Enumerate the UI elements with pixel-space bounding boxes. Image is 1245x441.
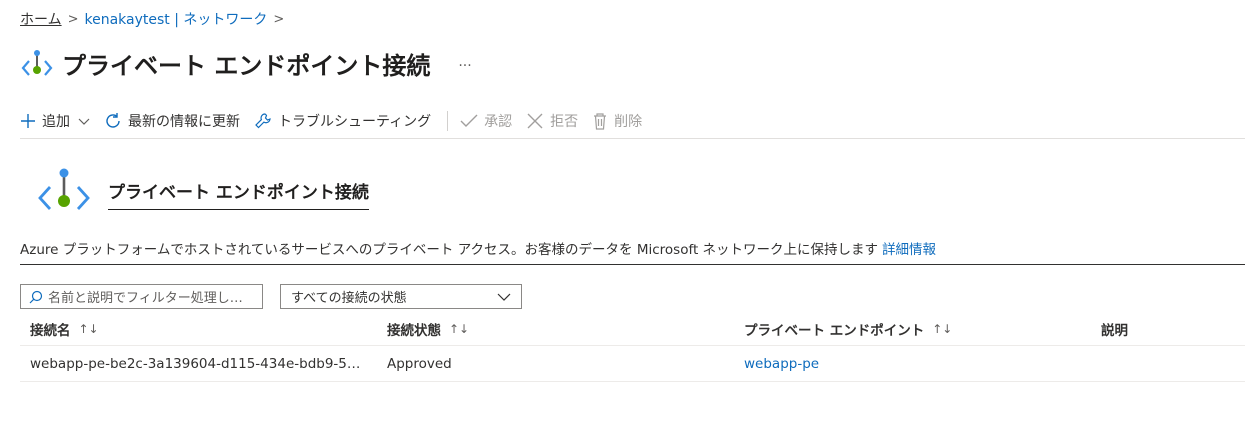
add-button-label: 追加: [42, 114, 70, 130]
chevron-down-icon: [497, 293, 511, 301]
column-header-endpoint-label: プライベート エンドポイント: [744, 322, 925, 339]
sort-icon: ↑↓: [932, 321, 953, 336]
reject-button[interactable]: 拒否: [526, 111, 578, 131]
column-header-status[interactable]: 接続状態 ↑↓: [377, 319, 734, 339]
wrench-icon: [255, 113, 271, 129]
column-header-description-label: 説明: [1101, 322, 1128, 339]
private-endpoint-link[interactable]: webapp-pe: [744, 356, 819, 372]
table-header: 接続名 ↑↓ 接続状態 ↑↓ プライベート エンドポイント ↑↓ 説明: [20, 312, 1245, 346]
section-header: プライベート エンドポイント接続: [36, 168, 369, 220]
description-separator: [20, 264, 1245, 265]
private-endpoint-large-icon: [36, 168, 92, 220]
checkmark-icon: [460, 114, 478, 127]
chevron-down-icon: [78, 118, 90, 125]
page-header: プライベート エンドポイント接続 ···: [20, 40, 472, 86]
column-header-endpoint[interactable]: プライベート エンドポイント ↑↓: [734, 319, 1091, 339]
section-title: プライベート エンドポイント接続: [108, 178, 369, 210]
learn-more-link[interactable]: 詳細情報: [882, 242, 936, 258]
delete-button[interactable]: 削除: [592, 111, 642, 131]
toolbar-separator: [20, 138, 1245, 139]
description-text: Azure プラットフォームでホストされているサービスへのプライベート アクセス…: [20, 242, 879, 258]
breadcrumb: ホーム > kenakaytest | ネットワーク >: [20, 9, 290, 29]
reject-button-label: 拒否: [550, 114, 579, 130]
description: Azure プラットフォームでホストされているサービスへのプライベート アクセス…: [20, 238, 936, 258]
toolbar: 追加 最新の情報に更新 トラブルシューティング 承認 拒否 削除: [20, 104, 1245, 138]
refresh-button-label: 最新の情報に更新: [128, 114, 240, 130]
sort-icon: ↑↓: [449, 321, 470, 336]
connection-name-cell: webapp-pe-be2c-3a139604-d115-434e-bdb9-5…: [30, 355, 361, 372]
table-row[interactable]: webapp-pe-be2c-3a139604-d115-434e-bdb9-5…: [20, 346, 1245, 382]
add-button[interactable]: 追加: [20, 111, 90, 131]
column-header-name-label: 接続名: [30, 322, 71, 339]
filter-placeholder: 名前と説明でフィルター処理し…: [48, 291, 243, 306]
connection-status-select[interactable]: すべての接続の状態: [280, 284, 522, 309]
column-header-name[interactable]: 接続名 ↑↓: [20, 319, 377, 339]
breadcrumb-resource-link[interactable]: kenakaytest | ネットワーク: [85, 9, 268, 29]
chevron-right-icon: >: [67, 11, 79, 27]
column-header-description: 説明: [1091, 319, 1241, 339]
plus-icon: [21, 114, 35, 128]
chevron-right-icon: >: [273, 11, 285, 27]
approve-button[interactable]: 承認: [460, 111, 512, 131]
connections-table: 接続名 ↑↓ 接続状態 ↑↓ プライベート エンドポイント ↑↓ 説明 webapp-…: [20, 312, 1245, 382]
connection-status-value: すべての接続の状態: [291, 291, 407, 306]
trash-icon: [594, 113, 607, 130]
troubleshoot-button[interactable]: トラブルシューティング: [254, 111, 431, 131]
more-options-icon[interactable]: ···: [458, 58, 471, 74]
troubleshoot-button-label: トラブルシューティング: [278, 114, 432, 130]
column-header-status-label: 接続状態: [387, 322, 441, 339]
search-icon: [29, 290, 43, 303]
refresh-button[interactable]: 最新の情報に更新: [104, 111, 240, 131]
toolbar-divider: [447, 111, 449, 131]
private-endpoint-cell: webapp-pe: [734, 356, 1091, 372]
page-title: プライベート エンドポイント接続: [62, 51, 431, 80]
refresh-icon: [106, 113, 120, 128]
private-endpoint-icon: [20, 48, 54, 86]
delete-button-label: 削除: [614, 114, 643, 130]
sort-icon: ↑↓: [78, 321, 99, 336]
connection-status-cell: Approved: [387, 355, 452, 372]
approve-button-label: 承認: [484, 114, 513, 130]
filter-input[interactable]: 名前と説明でフィルター処理し…: [20, 284, 263, 309]
breadcrumb-home-link[interactable]: ホーム: [20, 9, 62, 29]
close-icon: [527, 113, 543, 129]
